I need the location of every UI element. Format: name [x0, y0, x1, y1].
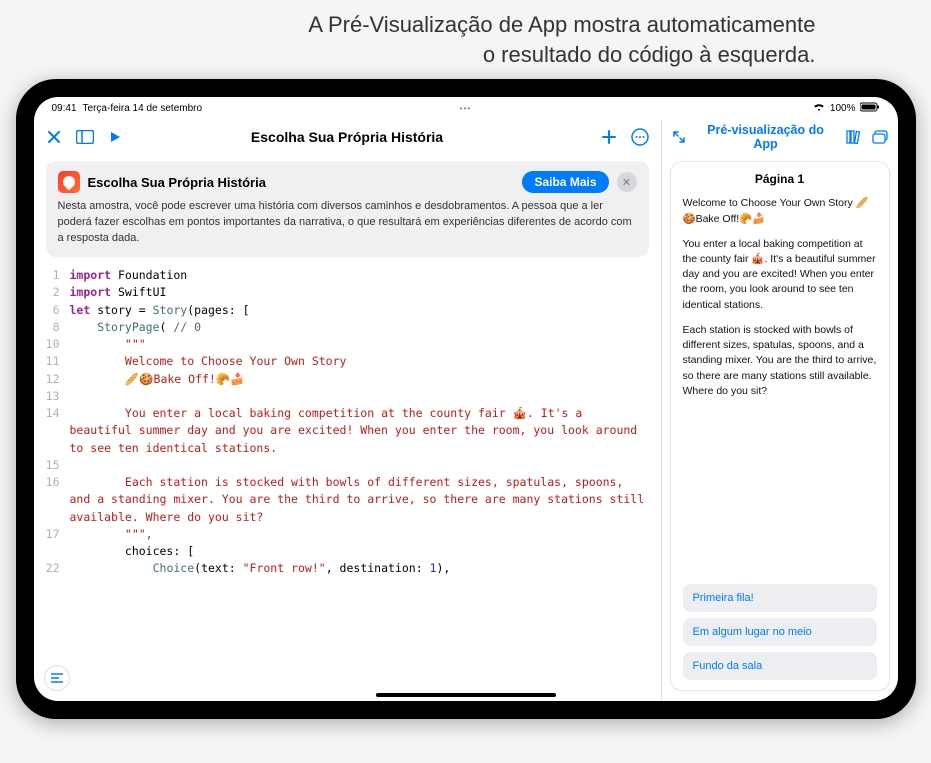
learn-more-button[interactable]: Saiba Mais — [522, 171, 608, 193]
preview-paragraph: Each station is stocked with bowls of di… — [683, 323, 877, 399]
preview-title: Pré-visualização do App — [696, 123, 836, 151]
app-preview-card: Página 1 Welcome to Choose Your Own Stor… — [670, 161, 890, 691]
add-icon[interactable] — [601, 129, 617, 145]
more-icon[interactable] — [631, 128, 649, 146]
multitask-dots-icon[interactable]: ••• — [460, 104, 471, 113]
choice-button-1[interactable]: Primeira fila! — [683, 584, 877, 612]
windows-icon[interactable] — [872, 130, 888, 144]
library-icon[interactable] — [846, 130, 862, 144]
preview-page-title: Página 1 — [683, 172, 877, 186]
sample-title: Escolha Sua Própria História — [88, 175, 515, 190]
ipad-device-frame: 09:41 Terça-feira 14 de setembro ••• 100… — [16, 79, 916, 719]
preview-paragraph: You enter a local baking competition at … — [683, 237, 877, 313]
battery-icon — [860, 102, 880, 115]
document-title: Escolha Sua Própria História — [251, 129, 443, 145]
expand-icon[interactable] — [672, 130, 686, 144]
sidebar-icon[interactable] — [76, 130, 94, 144]
ipad-screen: 09:41 Terça-feira 14 de setembro ••• 100… — [34, 97, 898, 701]
run-icon[interactable] — [108, 130, 122, 144]
preview-toolbar: Pré-visualização do App — [662, 119, 898, 155]
code-editor[interactable]: 1import Foundation 2import SwiftUI 6let … — [34, 263, 661, 701]
wifi-icon — [812, 102, 826, 115]
dismiss-card-button[interactable]: ✕ — [617, 172, 637, 192]
preview-paragraph: Welcome to Choose Your Own Story 🥖🍪Bake … — [683, 196, 877, 226]
editor-toolbar: Escolha Sua Própria História — [34, 119, 661, 155]
choice-button-2[interactable]: Em algum lugar no meio — [683, 618, 877, 646]
battery-percent: 100% — [830, 103, 856, 114]
editor-pane: Escolha Sua Própria História Escolha Sua — [34, 119, 662, 701]
status-date: Terça-feira 14 de setembro — [83, 103, 203, 114]
sample-app-icon — [58, 171, 80, 193]
sample-description: Nesta amostra, você pode escrever uma hi… — [58, 199, 637, 247]
format-button[interactable] — [44, 665, 70, 691]
home-indicator[interactable] — [376, 693, 556, 697]
status-time: 09:41 — [52, 103, 77, 114]
close-icon[interactable] — [46, 129, 62, 145]
sample-info-card: Escolha Sua Própria História Saiba Mais … — [46, 161, 649, 257]
annotation-text: A Pré-Visualização de App mostra automat… — [16, 10, 916, 69]
status-bar: 09:41 Terça-feira 14 de setembro ••• 100… — [34, 97, 898, 119]
preview-pane: Pré-visualização do App Página 1 Welcome… — [662, 119, 898, 701]
choice-button-3[interactable]: Fundo da sala — [683, 652, 877, 680]
